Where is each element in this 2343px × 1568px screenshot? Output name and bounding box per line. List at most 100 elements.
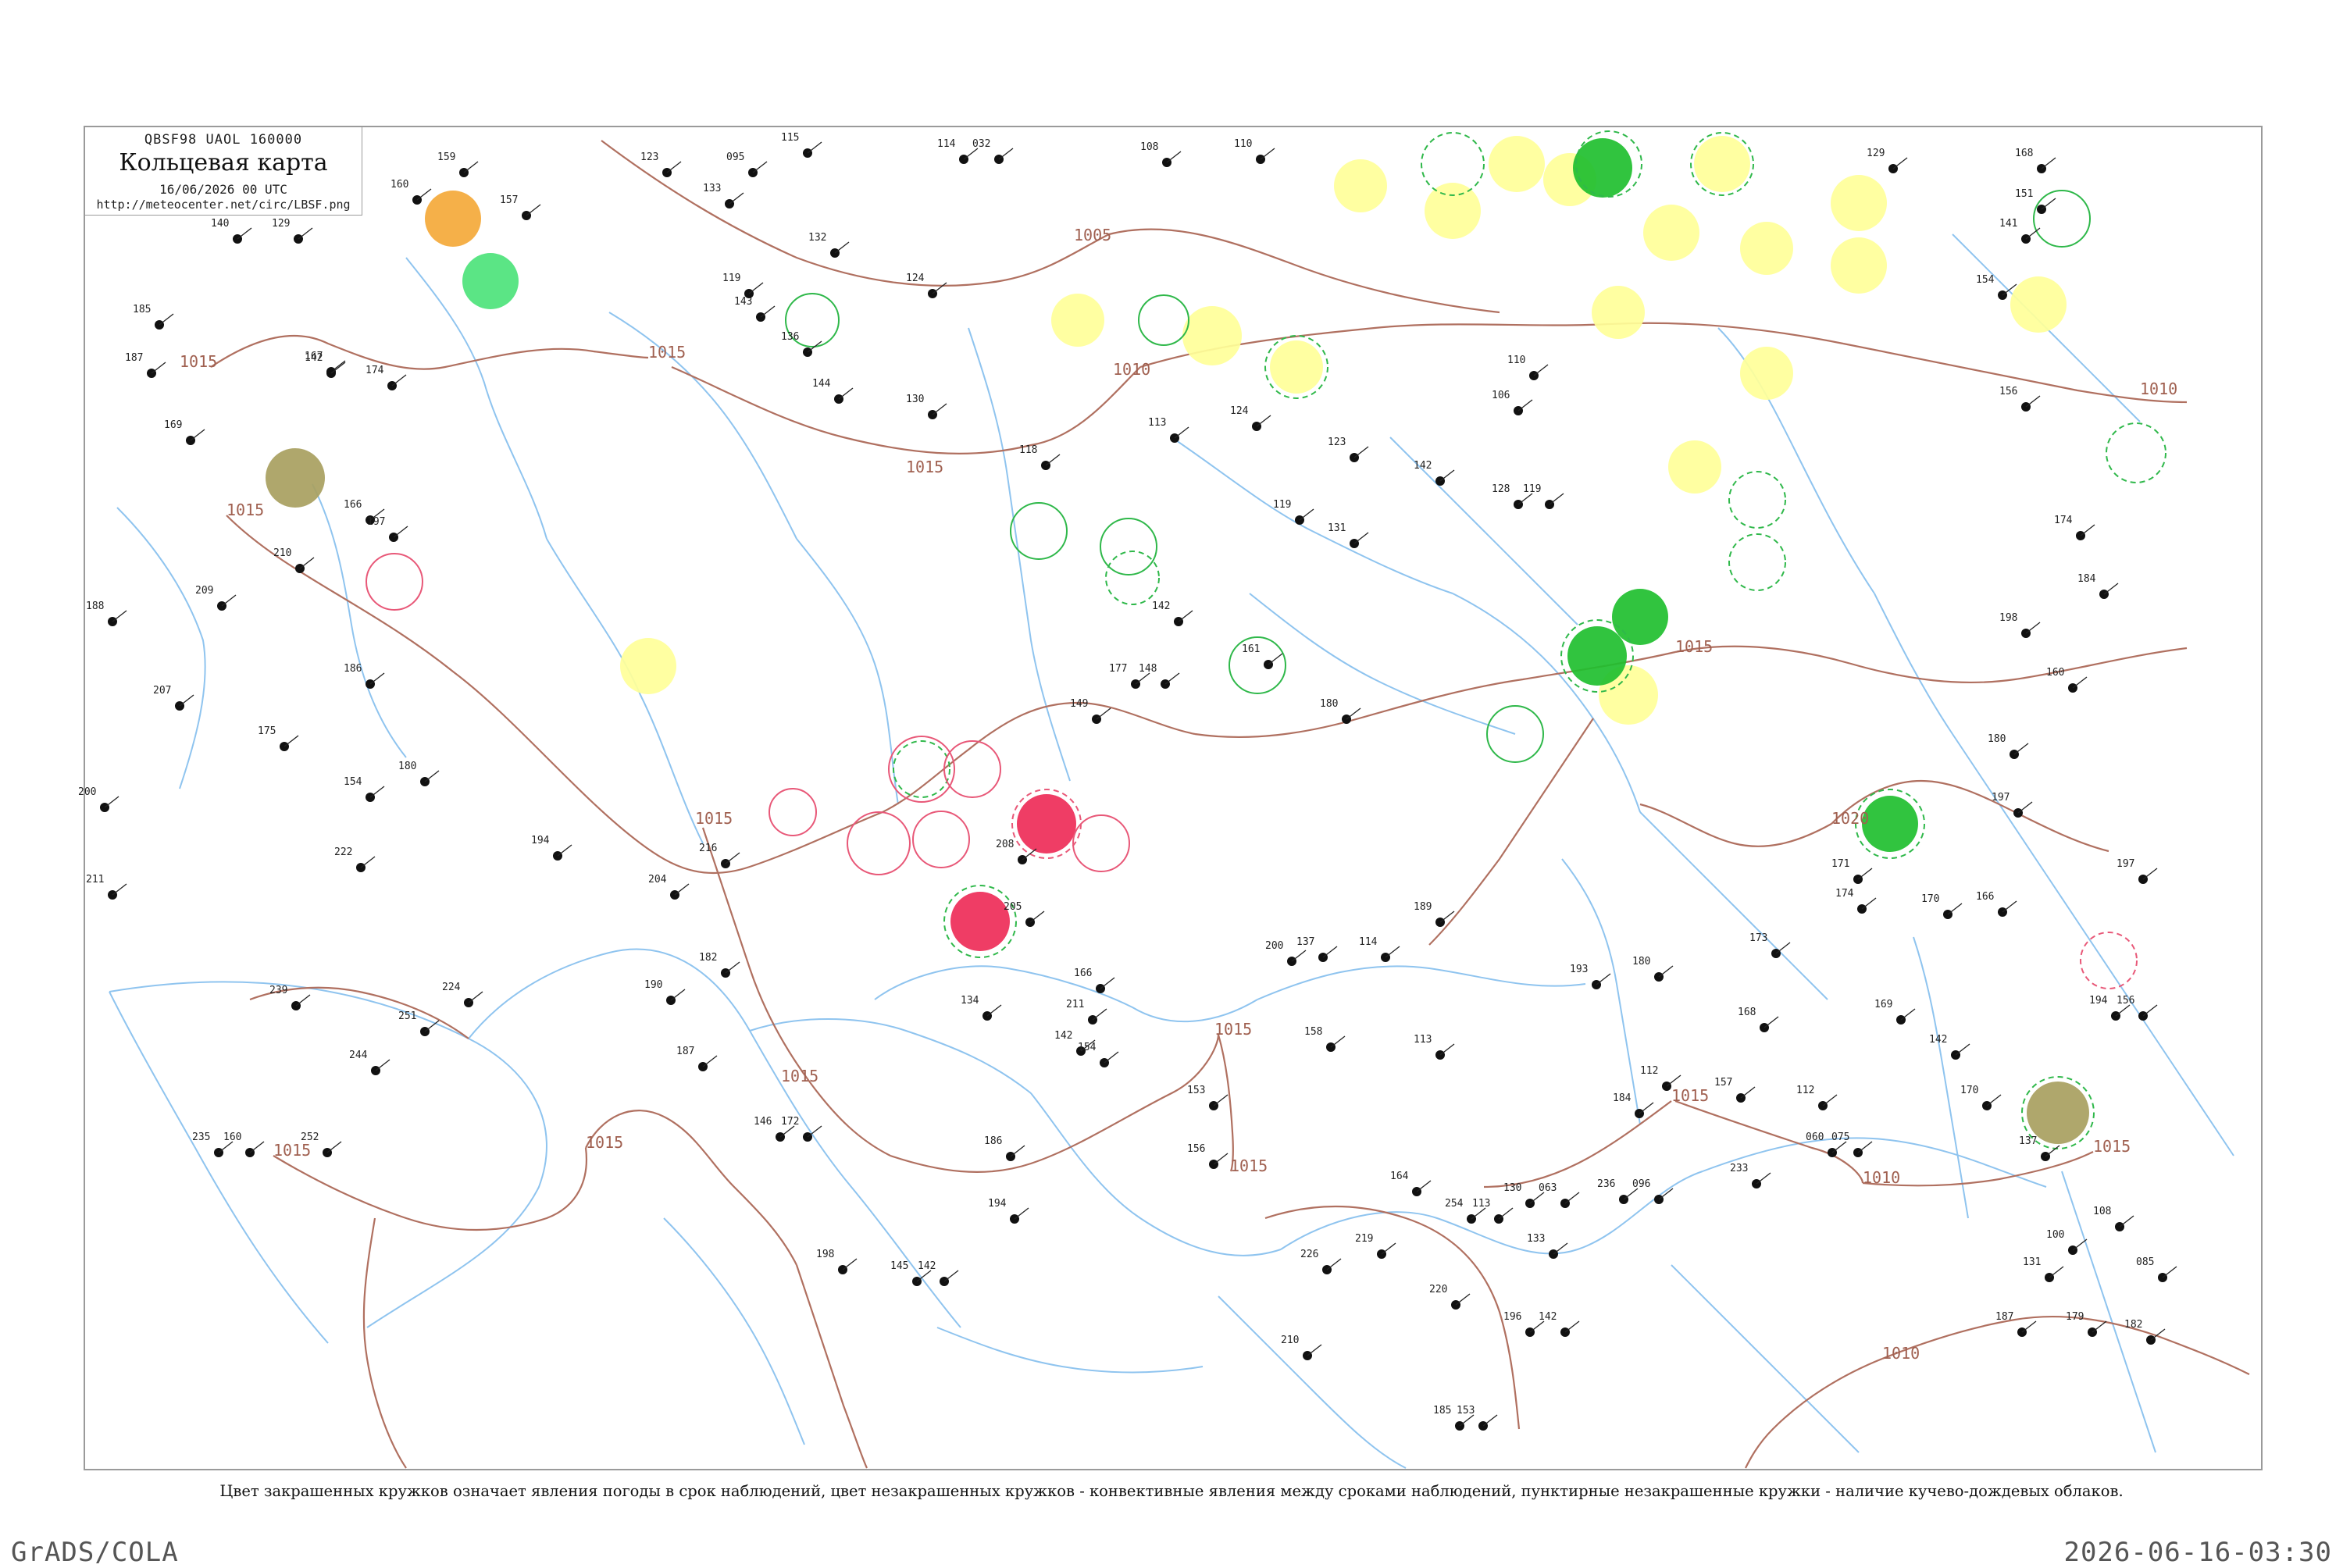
map-date: 16/06/2026 00 UTC bbox=[159, 182, 287, 197]
station-pressure-value: 148 bbox=[1139, 663, 1157, 675]
filled-weather-marker bbox=[1573, 138, 1632, 198]
station-pressure-value: 200 bbox=[78, 786, 96, 798]
station-pressure-value: 180 bbox=[398, 761, 416, 772]
isobar-label: 1015 bbox=[1214, 1020, 1252, 1039]
filled-weather-marker bbox=[1831, 237, 1887, 294]
station-pressure-value: 114 bbox=[937, 138, 956, 150]
station-pressure-value: 194 bbox=[988, 1198, 1007, 1210]
station-pressure-value: 179 bbox=[2066, 1311, 2084, 1323]
station-pressure-value: 200 bbox=[1265, 940, 1283, 952]
filled-weather-marker bbox=[1592, 286, 1645, 339]
station-pressure-value: 113 bbox=[1472, 1198, 1490, 1210]
filled-weather-marker bbox=[2010, 276, 2067, 333]
isobar-label: 1015 bbox=[648, 343, 686, 362]
station-pressure-value: 204 bbox=[648, 874, 667, 886]
filled-weather-marker bbox=[1567, 626, 1627, 686]
station-pressure-value: 119 bbox=[1273, 499, 1291, 511]
isobar-label: 1015 bbox=[695, 809, 733, 828]
filled-weather-marker bbox=[1740, 347, 1793, 400]
station-pressure-value: 220 bbox=[1429, 1284, 1447, 1295]
station-pressure-value: 108 bbox=[2093, 1206, 2111, 1217]
station-pressure-value: 216 bbox=[699, 843, 717, 854]
station-pressure-value: 173 bbox=[1749, 932, 1767, 944]
filled-weather-marker bbox=[1694, 136, 1750, 192]
station-pressure-value: 169 bbox=[1874, 999, 1892, 1010]
filled-weather-marker bbox=[1612, 589, 1668, 645]
station-pressure-value: 208 bbox=[996, 839, 1014, 850]
station-pressure-value: 182 bbox=[699, 952, 717, 964]
weather-map: 159160157129140167185187 1421741691661972… bbox=[0, 0, 2343, 1562]
grads-credit: GrADS/COLA bbox=[11, 1537, 179, 1568]
station-pressure-value: 136 bbox=[781, 331, 799, 343]
station-pressure-value: 145 bbox=[890, 1260, 908, 1272]
station-pressure-value: 124 bbox=[1230, 405, 1249, 417]
station-pressure-value: 124 bbox=[906, 273, 925, 284]
station-pressure-value: 166 bbox=[1976, 891, 1994, 903]
station-pressure-value: 180 bbox=[1988, 733, 2006, 745]
station-pressure-value: 186 bbox=[344, 663, 362, 675]
station-pressure-value: 190 bbox=[644, 979, 662, 991]
station-pressure-value: 210 bbox=[1281, 1335, 1299, 1346]
filled-weather-marker bbox=[462, 253, 519, 309]
station-pressure-value: 166 bbox=[1074, 968, 1092, 979]
filled-weather-marker bbox=[620, 638, 676, 694]
station-pressure-value: 131 bbox=[2023, 1256, 2041, 1268]
station-pressure-value: 142 bbox=[918, 1260, 936, 1272]
station-pressure-value: 185 bbox=[133, 304, 151, 315]
station-pressure-value: 137 bbox=[1296, 936, 1314, 948]
station-pressure-value: 186 bbox=[984, 1135, 1002, 1147]
station-pressure-value: 157 bbox=[1714, 1077, 1732, 1089]
station-pressure-value: 158 bbox=[1304, 1026, 1322, 1038]
station-pressure-value: 244 bbox=[349, 1049, 368, 1061]
station-pressure-value: 095 bbox=[726, 151, 744, 163]
station-pressure-value: 226 bbox=[1300, 1249, 1318, 1260]
station-pressure-value: 075 bbox=[1831, 1131, 1849, 1143]
station-pressure-value: 060 bbox=[1806, 1131, 1824, 1143]
station-pressure-value: 123 bbox=[1328, 437, 1346, 448]
map-code: QBSF98 UAOL 160000 bbox=[144, 132, 303, 148]
station-pressure-value: 160 bbox=[2046, 667, 2064, 679]
station-pressure-value: 153 bbox=[1457, 1405, 1475, 1417]
station-pressure-value: 132 bbox=[808, 232, 826, 244]
filled-weather-marker bbox=[1425, 183, 1481, 239]
filled-weather-marker bbox=[266, 448, 325, 508]
map-caption: Цвет закрашенных кружков означает явлени… bbox=[219, 1482, 2124, 1500]
station-pressure-value: 224 bbox=[442, 982, 461, 993]
station-pressure-value: 149 bbox=[1070, 698, 1088, 710]
station-pressure-value: 141 bbox=[1999, 218, 2017, 230]
station-pressure-value: 239 bbox=[269, 985, 287, 996]
station-pressure-value: 100 bbox=[2046, 1229, 2064, 1241]
station-pressure-value: 174 bbox=[366, 365, 384, 376]
station-pressure-value: 110 bbox=[1234, 138, 1252, 150]
station-pressure-value: 160 bbox=[390, 179, 408, 191]
station-pressure-value: 123 bbox=[640, 151, 658, 163]
station-pressure-value: 118 bbox=[1019, 444, 1037, 456]
station-pressure-value: 032 bbox=[972, 138, 990, 150]
station-pressure-value: 133 bbox=[1527, 1233, 1545, 1245]
station-pressure-value: 085 bbox=[2136, 1256, 2154, 1268]
filled-weather-marker bbox=[425, 191, 481, 247]
map-title: Кольцевая карта bbox=[119, 149, 328, 176]
station-pressure-value: 185 bbox=[1433, 1405, 1451, 1417]
station-pressure-value: 180 bbox=[1632, 956, 1650, 968]
station-pressure-value: 119 bbox=[722, 273, 740, 284]
isobar-label: 1020 bbox=[1831, 809, 1869, 828]
filled-weather-marker bbox=[1862, 796, 1918, 852]
filled-weather-marker bbox=[1831, 175, 1887, 231]
station-pressure-value: 142 bbox=[1929, 1034, 1947, 1046]
station-pressure-value: 170 bbox=[1921, 893, 1939, 905]
station-pressure-value: 209 bbox=[195, 585, 213, 597]
station-pressure-value: 207 bbox=[153, 685, 171, 697]
station-pressure-value: 140 bbox=[211, 218, 229, 230]
station-pressure-value: 177 bbox=[1109, 663, 1127, 675]
isobar-label: 1010 bbox=[1882, 1344, 1920, 1363]
filled-weather-marker bbox=[1740, 222, 1793, 275]
station-pressure-value: 153 bbox=[1187, 1085, 1205, 1096]
station-pressure-value: 154 bbox=[344, 776, 362, 788]
station-pressure-value: 142 bbox=[305, 352, 323, 364]
station-pressure-value: 108 bbox=[1140, 141, 1158, 153]
station-pressure-value: 254 bbox=[1445, 1198, 1464, 1210]
filled-weather-marker bbox=[1489, 136, 1545, 192]
station-pressure-value: 133 bbox=[703, 183, 721, 194]
station-pressure-value: 156 bbox=[1187, 1143, 1205, 1155]
